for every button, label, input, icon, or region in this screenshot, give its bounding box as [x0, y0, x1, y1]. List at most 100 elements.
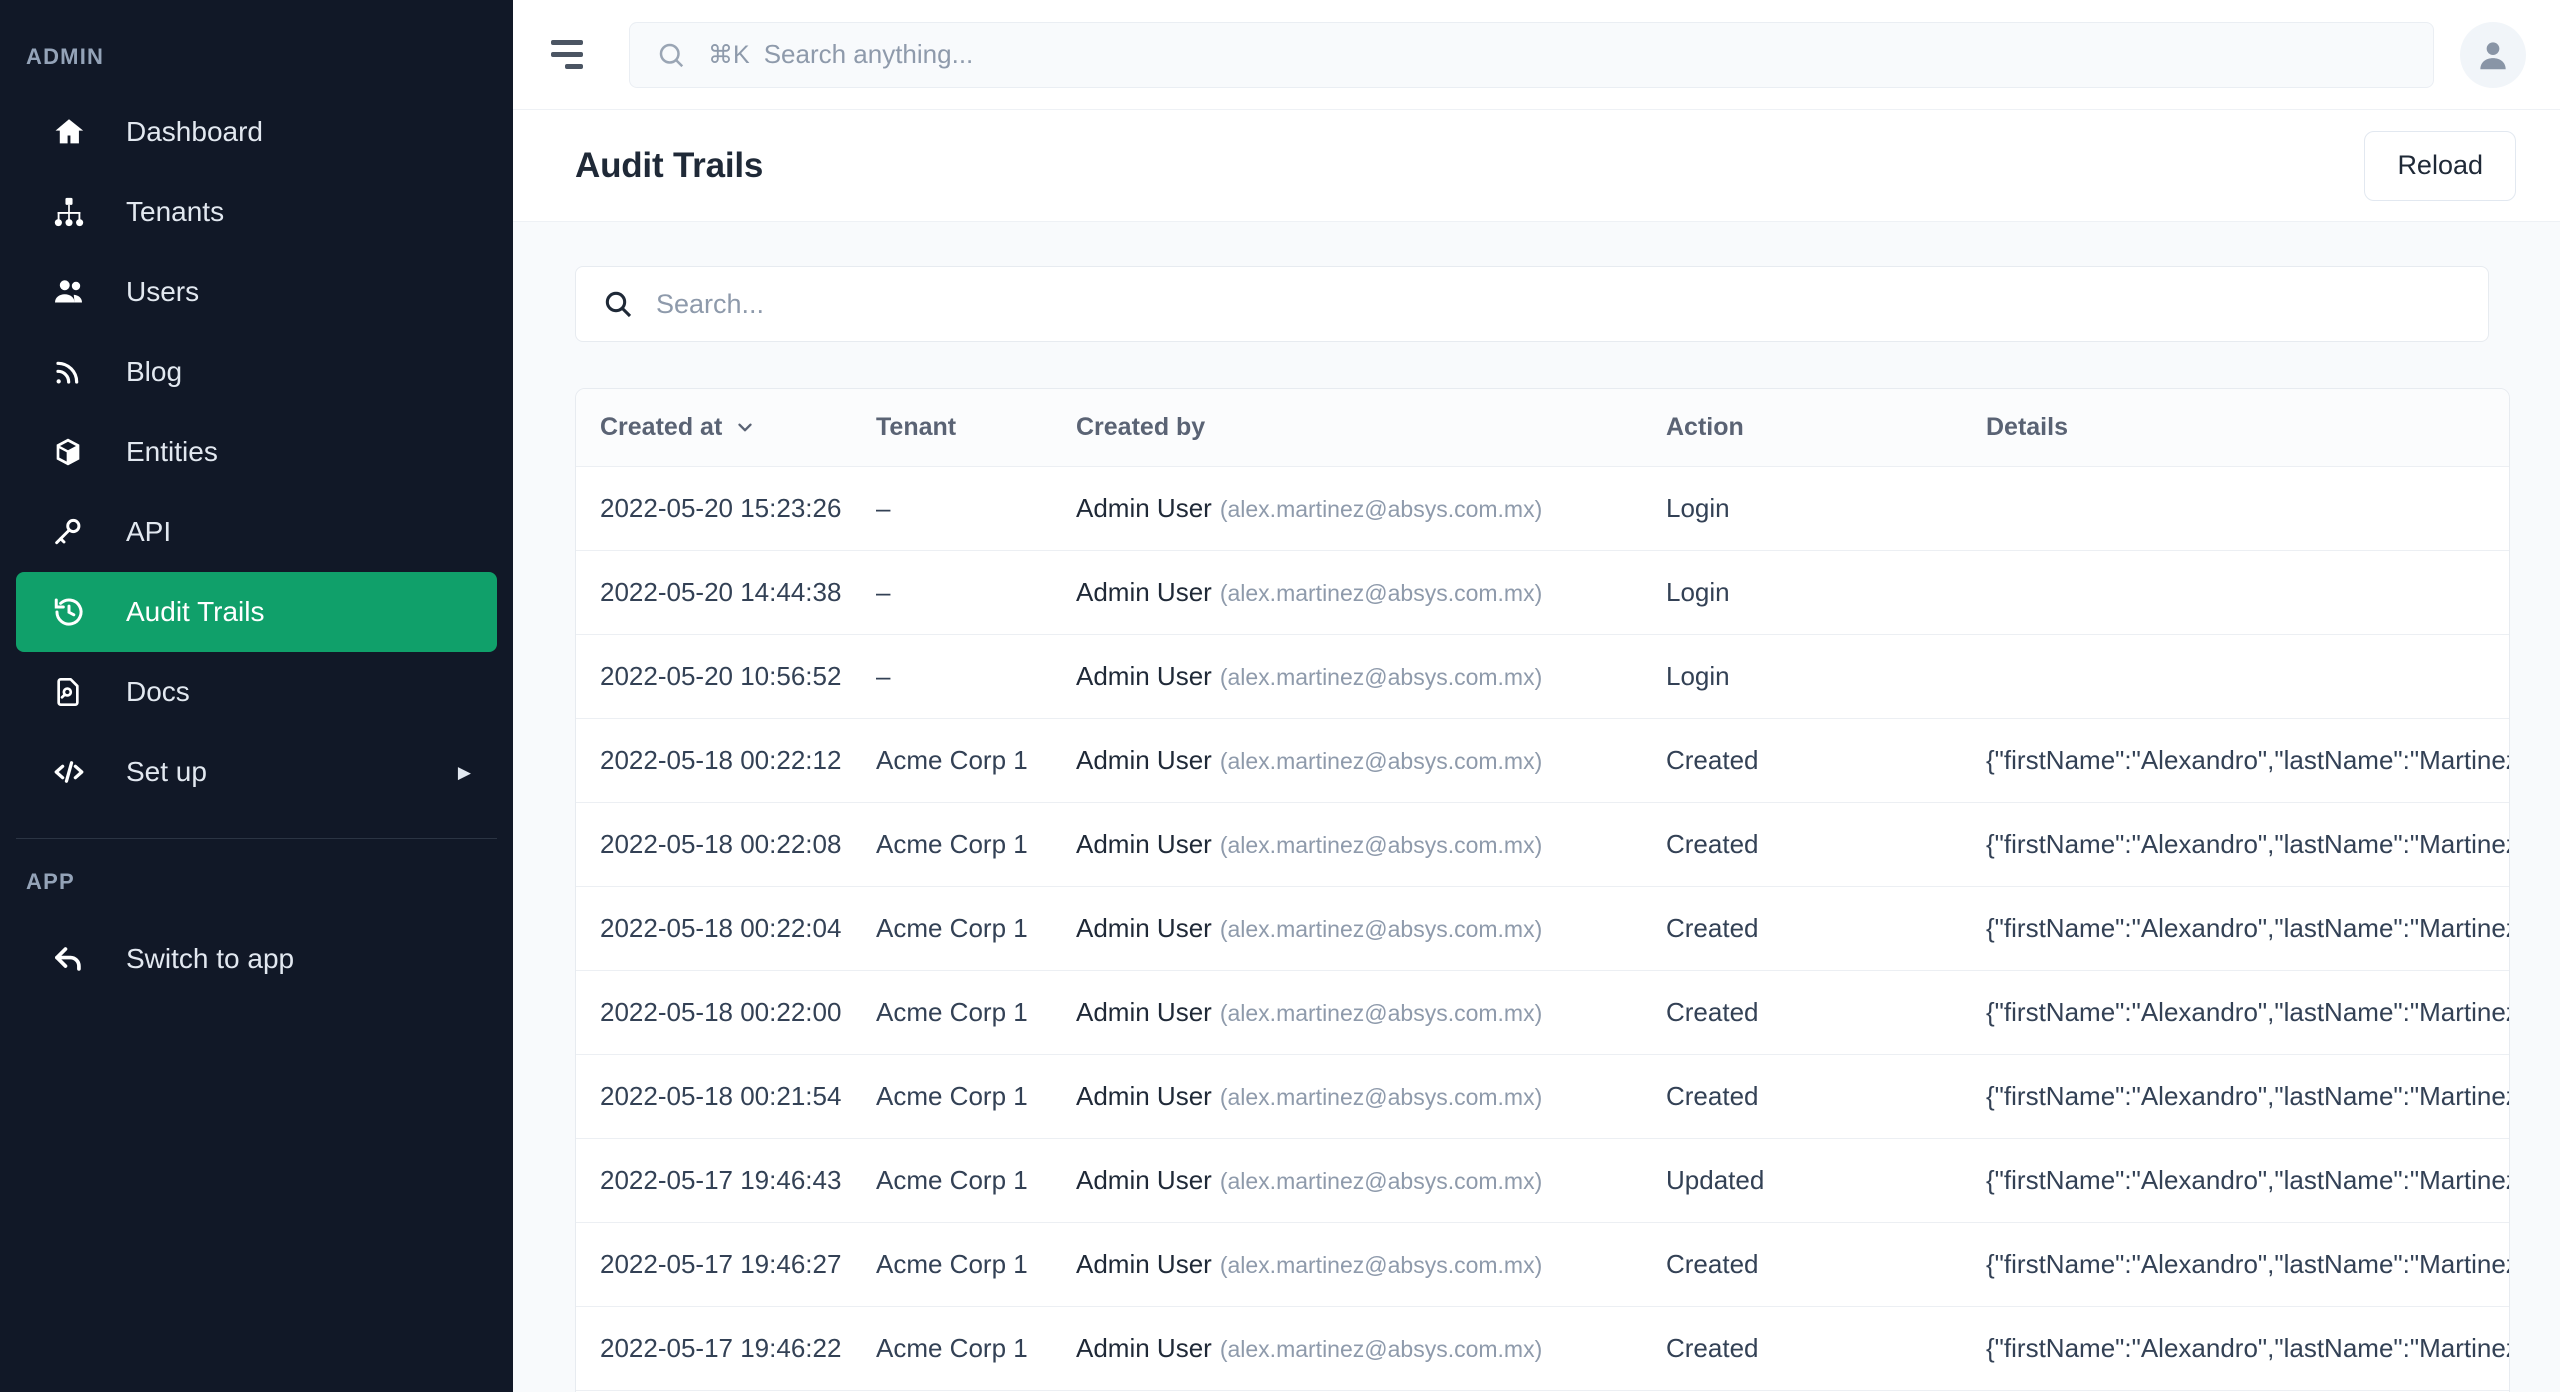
chevron-right-icon: ▶	[457, 762, 471, 782]
menu-icon-lines	[551, 40, 583, 69]
table-header-created-at[interactable]: Created at	[576, 389, 876, 467]
cell-action: Created	[1666, 970, 1986, 1055]
cell-created-by: Admin User (alex.martinez@absys.com.mx)	[1076, 1222, 1666, 1307]
table-row[interactable]: 2022-05-17 19:46:27 Acme Corp 1 Admin User…	[576, 1222, 2509, 1307]
table-row[interactable]: 2022-05-18 00:21:54 Acme Corp 1 Admin User…	[576, 1054, 2509, 1139]
cell-action: Created	[1666, 1054, 1986, 1139]
sidebar-item-blog[interactable]: Blog	[16, 332, 497, 412]
table-row[interactable]: 2022-05-17 19:46:22 Acme Corp 1 Admin User…	[576, 1306, 2509, 1391]
sidebar-item-tenants[interactable]: Tenants	[16, 172, 497, 252]
table-header-action[interactable]: Action	[1666, 389, 1986, 467]
cell-created-at: 2022-05-17 19:46:43	[576, 1138, 876, 1223]
created-by-email: (alex.martinez@absys.com.mx)	[1219, 916, 1543, 942]
search-icon	[656, 40, 686, 70]
created-by-name: Admin User	[1076, 577, 1212, 607]
table-row[interactable]: 2022-05-18 00:22:08 Acme Corp 1 Admin User…	[576, 802, 2509, 887]
cell-action: Created	[1666, 802, 1986, 887]
cell-tenant: Acme Corp 1	[876, 1138, 1076, 1223]
cell-details	[1986, 634, 2509, 719]
audit-table-card: Created at Tenant Created by Action Details …	[575, 388, 2510, 1392]
created-by-name: Admin User	[1076, 829, 1212, 859]
cell-created-by: Admin User (alex.martinez@absys.com.mx)	[1076, 1138, 1666, 1223]
sidebar-item-label: Set up	[126, 756, 207, 787]
sidebar-item-set-up[interactable]: Set up ▶	[16, 732, 497, 812]
table-search-input[interactable]: Search...	[575, 266, 2489, 342]
sidebar-section-label-admin: ADMIN	[26, 44, 105, 69]
search-icon	[602, 288, 634, 320]
sidebar-item-label: Docs	[126, 676, 190, 707]
created-by-name: Admin User	[1076, 997, 1212, 1027]
sidebar-item-entities[interactable]: Entities	[16, 412, 497, 492]
table-header-tenant[interactable]: Tenant	[876, 389, 1076, 467]
cell-created-by: Admin User (alex.martinez@absys.com.mx)	[1076, 970, 1666, 1055]
sidebar-nav-app: Switch to app	[0, 919, 513, 999]
created-by-email: (alex.martinez@absys.com.mx)	[1219, 832, 1543, 858]
cell-created-by: Admin User (alex.martinez@absys.com.mx)	[1076, 466, 1666, 551]
cell-tenant: –	[876, 466, 1076, 551]
cell-created-at: 2022-05-20 15:23:26	[576, 466, 876, 551]
cell-details: {"firstName":"Alexandro","lastName":"Mar…	[1986, 802, 2509, 887]
cell-created-by: Admin User (alex.martinez@absys.com.mx)	[1076, 1054, 1666, 1139]
sitemap-icon	[52, 195, 98, 229]
cell-details: {"firstName":"Alexandro","lastName":"Mar…	[1986, 1222, 2509, 1307]
sidebar-item-label: Users	[126, 276, 200, 307]
cell-tenant: Acme Corp 1	[876, 802, 1076, 887]
table-row[interactable]: 2022-05-18 00:22:12 Acme Corp 1 Admin User…	[576, 718, 2509, 803]
created-by-email: (alex.martinez@absys.com.mx)	[1219, 1168, 1543, 1194]
cell-created-at: 2022-05-18 00:22:00	[576, 970, 876, 1055]
sidebar-item-label: API	[126, 516, 172, 547]
menu-icon[interactable]	[531, 19, 603, 91]
created-by-email: (alex.martinez@absys.com.mx)	[1219, 496, 1543, 522]
cell-created-at: 2022-05-17 19:46:22	[576, 1306, 876, 1391]
created-by-name: Admin User	[1076, 1165, 1212, 1195]
table-header-details[interactable]: Details	[1986, 389, 2509, 467]
cell-created-by: Admin User (alex.martinez@absys.com.mx)	[1076, 1306, 1666, 1391]
table-row[interactable]: 2022-05-20 15:23:26– Admin User (alex.mart…	[576, 466, 2509, 551]
reload-button[interactable]: Reload	[2364, 130, 2516, 201]
code-icon	[52, 755, 98, 789]
table-header-label: Action	[1666, 413, 1744, 441]
cell-created-by: Admin User (alex.martinez@absys.com.mx)	[1076, 550, 1666, 635]
sidebar-item-audit-trails[interactable]: Audit Trails	[16, 572, 497, 652]
cell-action: Created	[1666, 1222, 1986, 1307]
created-by-email: (alex.martinez@absys.com.mx)	[1219, 664, 1543, 690]
sidebar: ADMIN Dashboard Tenants Users Blog Entities A…	[0, 0, 513, 1392]
sidebar-item-api[interactable]: API	[16, 492, 497, 572]
cell-created-at: 2022-05-18 00:21:54	[576, 1054, 876, 1139]
table-header-label: Created at	[600, 413, 723, 441]
cell-tenant: Acme Corp 1	[876, 970, 1076, 1055]
users-icon	[52, 274, 98, 310]
page-header: Audit Trails Reload	[513, 110, 2560, 222]
user-avatar-icon[interactable]	[2460, 21, 2526, 88]
sidebar-item-label: Dashboard	[126, 116, 263, 147]
history-icon	[52, 595, 98, 629]
cell-action: Updated	[1666, 1138, 1986, 1223]
table-row[interactable]: 2022-05-18 00:22:04 Acme Corp 1 Admin User…	[576, 886, 2509, 971]
cell-action: Created	[1666, 1306, 1986, 1391]
sidebar-item-label: Switch to app	[126, 943, 295, 974]
cell-details: {"firstName":"Alexandro","lastName":"Mar…	[1986, 718, 2509, 803]
cell-created-at: 2022-05-18 00:22:04	[576, 886, 876, 971]
cell-created-by: Admin User (alex.martinez@absys.com.mx)	[1076, 718, 1666, 803]
sidebar-item-users[interactable]: Users	[16, 252, 497, 332]
sidebar-item-docs[interactable]: Docs	[16, 652, 497, 732]
audit-table-header: Created at Tenant Created by Action Details	[576, 389, 2509, 467]
cube-icon	[52, 436, 98, 468]
sidebar-item-switch-to-app[interactable]: Switch to app	[16, 919, 497, 999]
cell-action: Created	[1666, 886, 1986, 971]
sidebar-item-dashboard[interactable]: Dashboard	[16, 92, 497, 172]
cell-details	[1986, 550, 2509, 635]
audit-table: Created at Tenant Created by Action Details …	[576, 389, 2509, 1392]
table-row[interactable]: 2022-05-20 14:44:38– Admin User (alex.mart…	[576, 550, 2509, 635]
table-header-created-by[interactable]: Created by	[1076, 389, 1666, 467]
sidebar-item-label: Tenants	[126, 196, 225, 227]
table-row[interactable]: 2022-05-18 00:22:00 Acme Corp 1 Admin User…	[576, 970, 2509, 1055]
global-search-input[interactable]: ⌘K Search anything...	[629, 21, 2434, 88]
cell-tenant: Acme Corp 1	[876, 1306, 1076, 1391]
table-row[interactable]: 2022-05-20 10:56:52– Admin User (alex.mart…	[576, 634, 2509, 719]
created-by-name: Admin User	[1076, 1333, 1212, 1363]
page-title: Audit Trails	[575, 145, 764, 185]
table-row[interactable]: 2022-05-17 19:46:43 Acme Corp 1 Admin User…	[576, 1138, 2509, 1223]
search-shortcut-label: ⌘K	[708, 40, 750, 69]
cell-created-at: 2022-05-18 00:22:08	[576, 802, 876, 887]
